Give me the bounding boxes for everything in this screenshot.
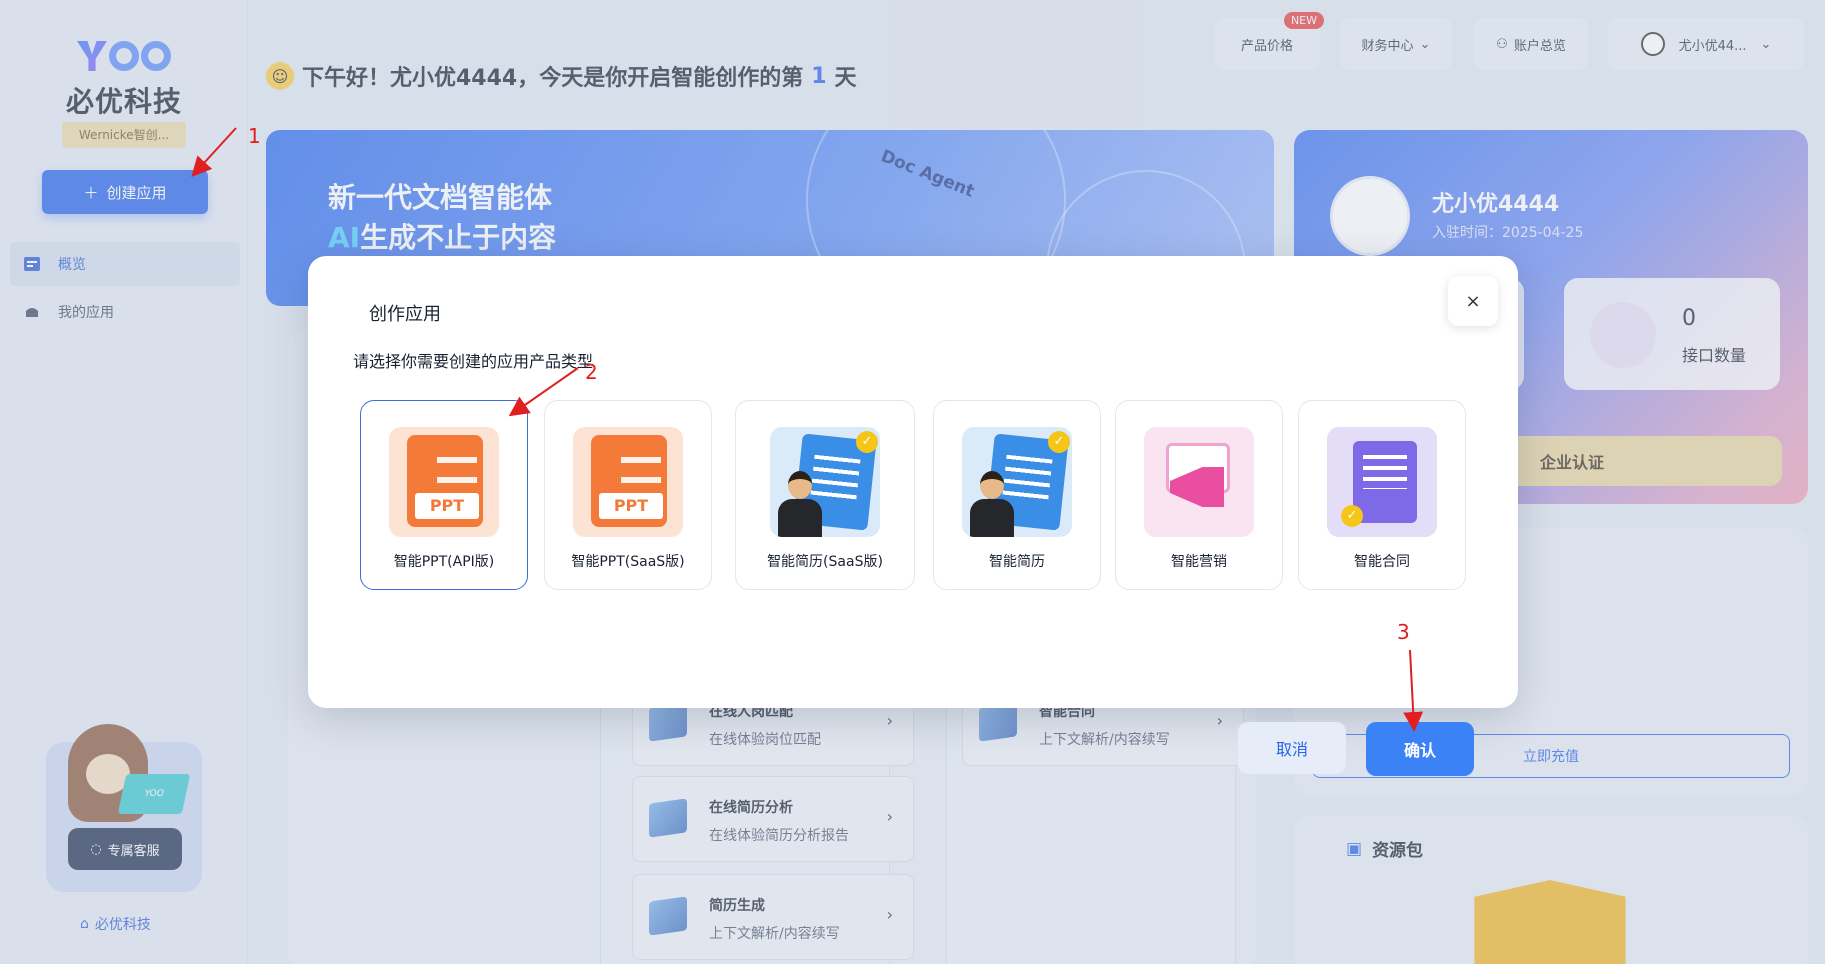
annotation-arrow-3 (1403, 649, 1424, 732)
annotation-2: 2 (585, 360, 598, 384)
annotation-1: 1 (248, 124, 261, 148)
annotation-arrows (191, 127, 1424, 732)
annotation-arrow-2 (508, 367, 579, 417)
annotation-arrow-1 (191, 127, 237, 177)
annotation-3: 3 (1397, 620, 1410, 644)
